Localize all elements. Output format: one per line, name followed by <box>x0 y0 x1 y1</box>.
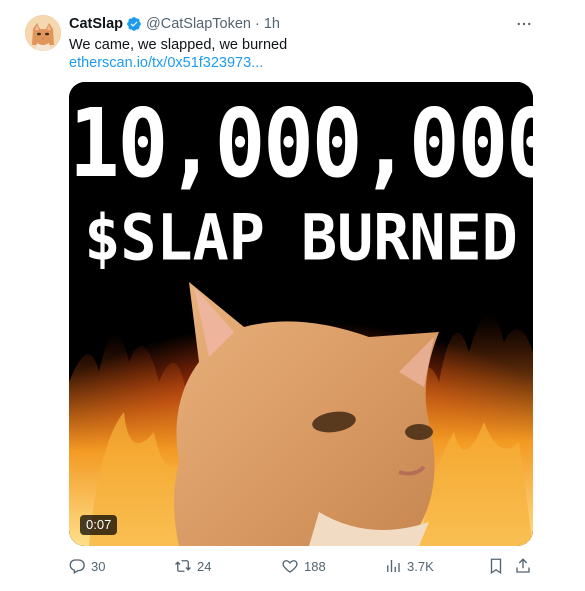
views-icon <box>387 560 400 572</box>
separator: · <box>255 16 260 32</box>
more-icon[interactable] <box>512 14 536 34</box>
timestamp[interactable]: 1h <box>264 16 280 32</box>
bookmark-icon <box>490 558 502 575</box>
handle[interactable]: @CatSlapToken <box>146 16 251 32</box>
avatar[interactable] <box>25 15 61 51</box>
reply-icon <box>69 559 85 574</box>
repost-icon <box>175 560 191 572</box>
verified-badge-icon <box>126 16 142 32</box>
views-button[interactable]: 3.7K <box>384 554 434 578</box>
reply-count: 30 <box>91 558 106 574</box>
video-media[interactable]: 10,000,000 $SLAP BURNED 0:07 <box>69 82 533 546</box>
repost-button[interactable]: 24 <box>174 554 211 578</box>
display-name[interactable]: CatSlap <box>69 16 123 32</box>
view-count: 3.7K <box>407 558 434 574</box>
bookmark-button[interactable] <box>487 554 505 578</box>
action-bar: 30 24 188 3.7K <box>62 554 542 578</box>
tweet-header: CatSlap @CatSlapToken · 1h <box>69 14 280 34</box>
like-icon <box>282 560 298 573</box>
tweet: CatSlap @CatSlapToken · 1h We came, we s… <box>0 0 585 591</box>
cat-avatar-icon <box>25 15 61 51</box>
reply-button[interactable]: 30 <box>68 554 105 578</box>
share-icon <box>516 558 530 573</box>
video-duration: 0:07 <box>80 515 118 535</box>
tweet-text: We came, we slapped, we burned <box>69 37 288 53</box>
etherscan-link[interactable]: etherscan.io/tx/0x51f323973... <box>69 54 263 73</box>
share-button[interactable] <box>514 554 532 578</box>
like-button[interactable]: 188 <box>281 554 326 578</box>
burn-amount-headline: 10,000,000 <box>69 88 533 199</box>
repost-count: 24 <box>197 558 212 574</box>
burn-caption: $SLAP BURNED <box>84 202 518 276</box>
like-count: 188 <box>304 558 326 574</box>
